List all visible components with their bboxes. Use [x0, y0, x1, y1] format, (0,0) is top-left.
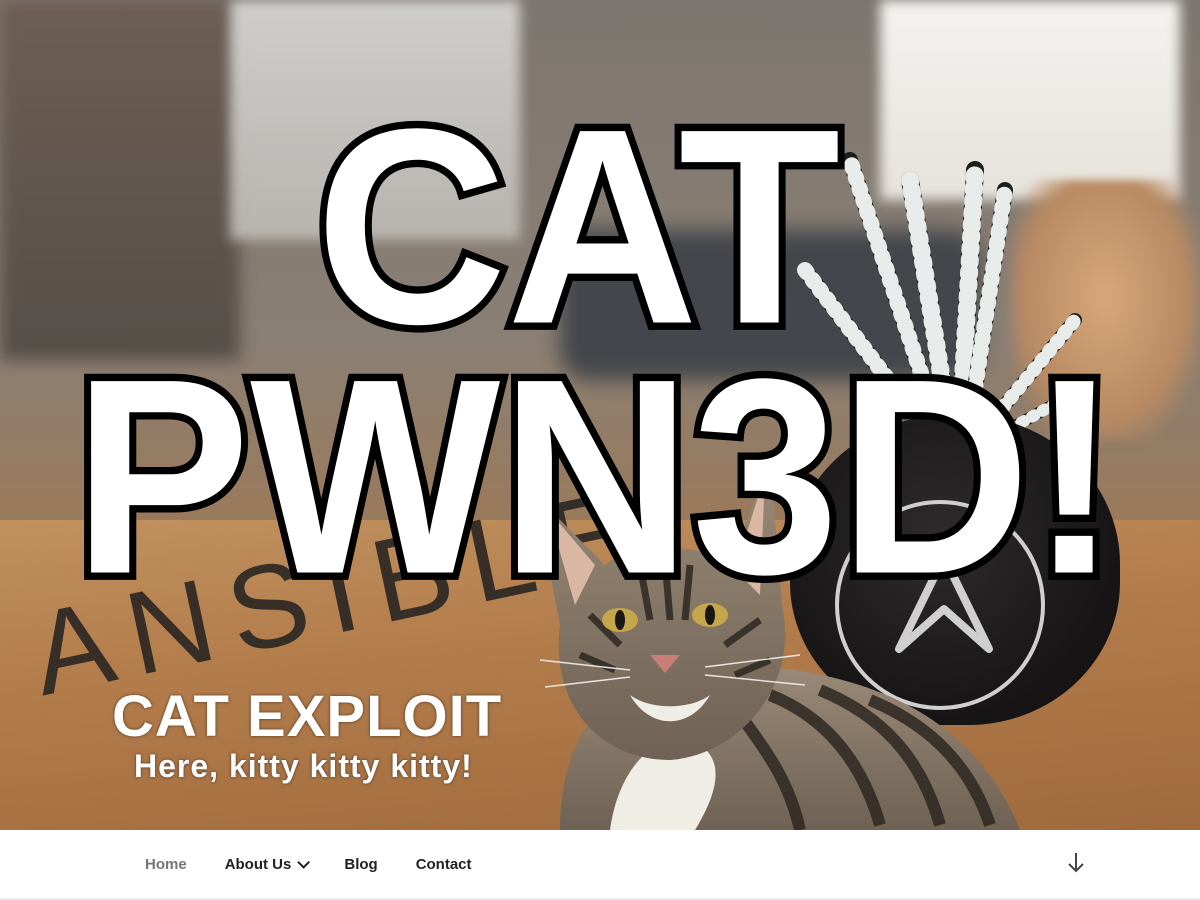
- main-navigation: Home About Us Blog Contact: [0, 830, 1200, 900]
- header-hero: ANSIBLE CAT PWN3D! CAT EXPLOIT Here, kit…: [0, 0, 1200, 830]
- nav-menu: Home About Us Blog Contact: [145, 830, 510, 898]
- nav-item-contact[interactable]: Contact: [416, 856, 472, 873]
- nav-item-label: About Us: [224, 855, 292, 873]
- nav-item-blog[interactable]: Blog: [344, 856, 377, 873]
- arrow-down-icon[interactable]: [1066, 852, 1086, 874]
- nav-item-home[interactable]: Home: [145, 856, 187, 873]
- meme-text-line-2: PWN3D!: [66, 321, 1125, 633]
- chevron-down-icon: [297, 855, 311, 869]
- site-title[interactable]: CAT EXPLOIT: [112, 683, 502, 750]
- site-tagline: Here, kitty kitty kitty!: [134, 748, 473, 784]
- nav-item-about-us[interactable]: About Us: [224, 855, 311, 873]
